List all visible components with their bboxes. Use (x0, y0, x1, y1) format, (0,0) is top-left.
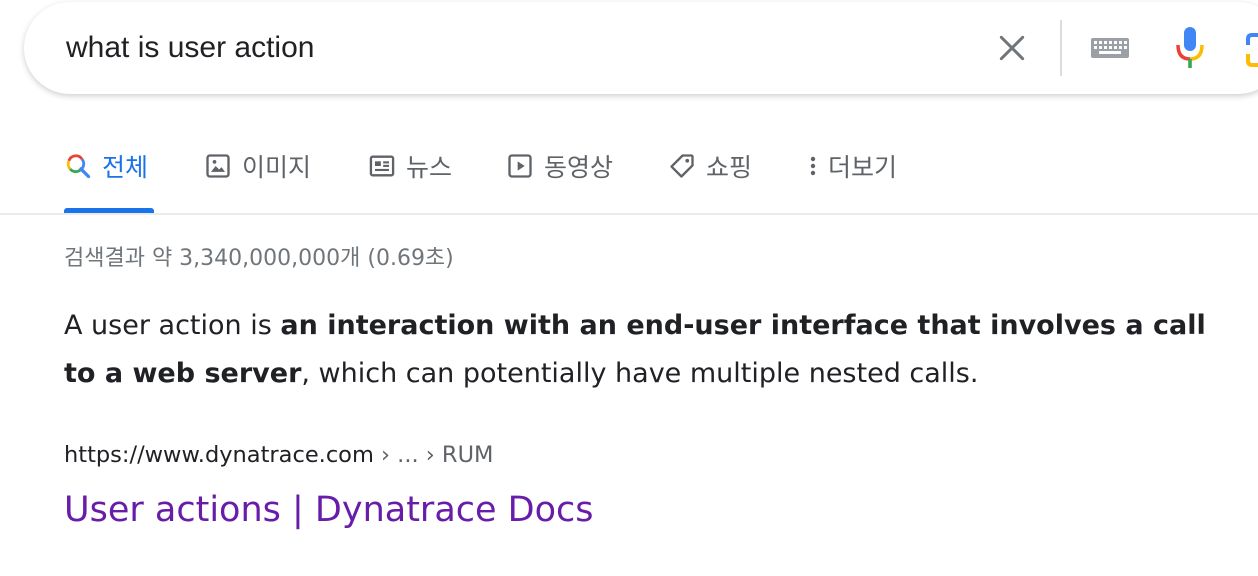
voice-search-button[interactable] (1170, 24, 1210, 72)
tab-images[interactable]: 이미지 (204, 130, 311, 214)
lens-search-button[interactable] (1246, 32, 1258, 68)
more-vert-icon (806, 152, 820, 180)
snippet-suffix: , which can potentially have multiple ne… (301, 358, 979, 389)
keyboard-icon (1091, 38, 1129, 58)
result-breadcrumb: › ... › RUM (373, 442, 494, 468)
camera-lens-icon (1246, 33, 1258, 67)
tab-more[interactable]: 더보기 (806, 130, 897, 214)
tab-label: 쇼핑 (706, 153, 753, 182)
image-icon (204, 152, 232, 180)
tab-videos[interactable]: 동영상 (506, 130, 613, 214)
search-icon (64, 152, 92, 180)
search-box (24, 2, 1258, 94)
tab-label: 전체 (102, 153, 149, 182)
tabs-divider (0, 213, 1258, 215)
search-box-divider (1060, 20, 1062, 76)
result-url: https://www.dynatrace.com › ... › RUM (64, 442, 493, 468)
tab-shopping[interactable]: 쇼핑 (668, 130, 752, 214)
tab-label: 뉴스 (406, 153, 453, 182)
tab-label: 동영상 (544, 153, 614, 182)
search-results-page: 전체 이미지 뉴스 (0, 0, 1258, 576)
result-title-link[interactable]: User actions | Dynatrace Docs (64, 490, 594, 530)
result-stats: 검색결과 약 3,340,000,000개 (0.69초) (64, 246, 454, 271)
video-icon (506, 152, 534, 180)
close-icon (999, 35, 1025, 61)
keyboard-button[interactable] (1088, 32, 1132, 64)
search-input[interactable] (66, 28, 946, 68)
tag-icon (668, 152, 696, 180)
tab-label: 더보기 (828, 153, 898, 182)
featured-snippet: A user action is an interaction with an … (64, 302, 1224, 398)
news-icon (368, 152, 396, 180)
tab-news[interactable]: 뉴스 (368, 130, 452, 214)
tab-all[interactable]: 전체 (64, 130, 154, 214)
microphone-icon (1176, 27, 1204, 68)
clear-button[interactable] (992, 28, 1032, 68)
tab-label: 이미지 (242, 153, 312, 182)
search-tabs: 전체 이미지 뉴스 동영상 쇼핑 더보기 (0, 130, 1258, 214)
result-domain: https://www.dynatrace.com (64, 442, 374, 468)
snippet-prefix: A user action is (64, 310, 281, 341)
